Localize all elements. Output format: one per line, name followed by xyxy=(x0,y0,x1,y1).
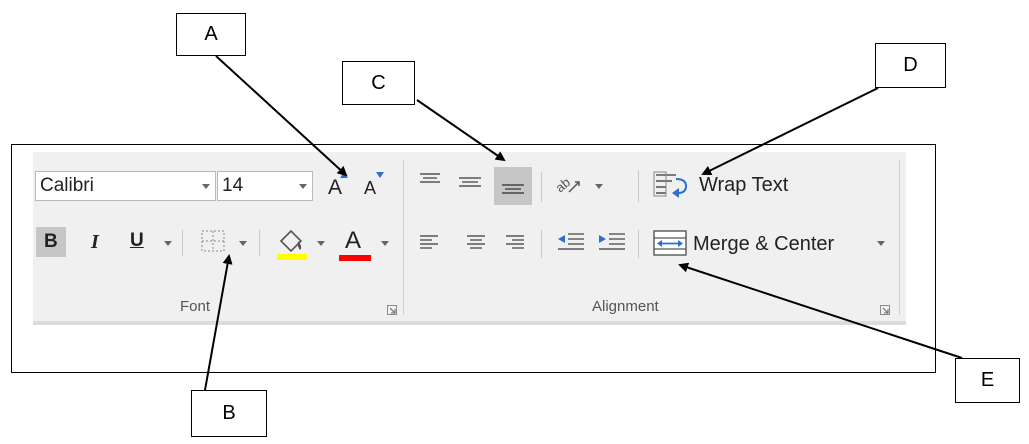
arrow-b xyxy=(204,254,233,391)
arrow-d xyxy=(701,87,879,175)
arrow-c xyxy=(416,99,506,162)
callout-arrows xyxy=(204,55,963,391)
arrow-a xyxy=(215,55,348,177)
arrow-e xyxy=(678,262,963,359)
